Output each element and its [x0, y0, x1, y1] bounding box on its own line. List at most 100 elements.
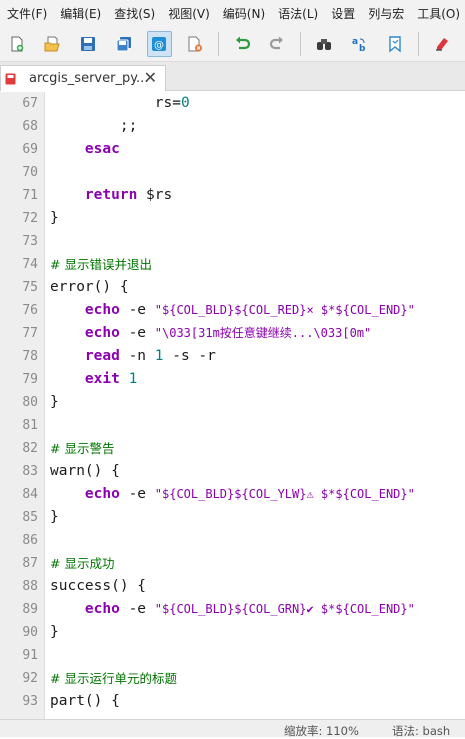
- code-token: # 显示运行单元的标题: [50, 671, 177, 686]
- code-line[interactable]: 82 # 显示警告: [0, 437, 465, 460]
- code-text: rs=0: [50, 92, 190, 115]
- close-icon[interactable]: ✕: [144, 68, 157, 87]
- find-button[interactable]: [311, 31, 336, 57]
- menu-item[interactable]: 查找(S): [107, 5, 161, 22]
- code-token: # 显示警告: [50, 441, 115, 456]
- save-all-button[interactable]: [111, 31, 136, 57]
- code-line[interactable]: 91: [0, 644, 465, 667]
- line-number: 92: [22, 671, 38, 686]
- code-line[interactable]: 93 part() {: [0, 690, 465, 713]
- save-all-icon: [116, 36, 131, 51]
- menu-item[interactable]: 编辑(E): [53, 5, 107, 22]
- code-line[interactable]: 75 error() {: [0, 276, 465, 299]
- menu-item[interactable]: 工具(O): [410, 5, 465, 22]
- code-line[interactable]: 78 read -n 1 -s -r: [0, 345, 465, 368]
- open-file-button[interactable]: [40, 31, 65, 57]
- redo-button[interactable]: [265, 31, 290, 57]
- close-file-button[interactable]: [182, 31, 207, 57]
- code-line[interactable]: 86: [0, 529, 465, 552]
- code-text: success() {: [50, 575, 146, 598]
- code-line[interactable]: 87 # 显示成功: [0, 552, 465, 575]
- bookmark-button[interactable]: [383, 31, 408, 57]
- line-number: 81: [22, 418, 38, 433]
- close-file-icon: [188, 36, 202, 51]
- new-file-button[interactable]: [4, 31, 29, 57]
- code-line[interactable]: 79 exit 1: [0, 368, 465, 391]
- unsaved-file-icon: [5, 73, 16, 84]
- code-line[interactable]: 77 echo -e "\033[31m按任意键继续...\033[0m": [0, 322, 465, 345]
- line-number: 79: [22, 372, 38, 387]
- at-sign-button[interactable]: @: [146, 30, 172, 57]
- file-tab[interactable]: arcgis_server_py... ✕: [0, 65, 166, 91]
- code-line[interactable]: 72}: [0, 207, 465, 230]
- code-token: esac: [84, 141, 120, 157]
- code-token: success() {: [50, 578, 147, 594]
- menu-item[interactable]: 文件(F): [0, 5, 53, 22]
- code-line[interactable]: 69 esac: [0, 138, 465, 161]
- line-number: 84: [22, 487, 38, 502]
- line-number: 76: [22, 303, 38, 318]
- code-line[interactable]: 71 return $rs: [0, 184, 465, 207]
- code-text: # 显示错误并退出: [50, 253, 152, 277]
- line-number: 68: [22, 119, 38, 134]
- code-token: "${COL_BLD}${COL_RED}× $*${COL_END}": [154, 303, 415, 317]
- code-line[interactable]: 80}: [0, 391, 465, 414]
- code-token: -s -r: [163, 348, 216, 364]
- code-line[interactable]: 85}: [0, 506, 465, 529]
- code-line[interactable]: 81: [0, 414, 465, 437]
- code-token: -e: [119, 325, 155, 341]
- menu-item[interactable]: 语法(L): [271, 5, 324, 22]
- code-text: exit 1: [50, 368, 137, 391]
- code-token: part() {: [50, 693, 120, 709]
- find-replace-button[interactable]: ab: [347, 31, 372, 57]
- code-line[interactable]: 74 # 显示错误并退出: [0, 253, 465, 276]
- toolbar-separator: [218, 31, 220, 56]
- undo-button[interactable]: [229, 31, 254, 57]
- code-token: }: [50, 509, 59, 525]
- code-line[interactable]: 90}: [0, 621, 465, 644]
- code-token: return: [84, 187, 138, 203]
- menu-item[interactable]: 设置: [324, 5, 361, 22]
- code-token: -e: [119, 601, 155, 617]
- toolbar: @ ab: [0, 26, 465, 62]
- redo-icon: [270, 36, 284, 49]
- code-text: part() {: [50, 690, 120, 713]
- code-line[interactable]: 92 # 显示运行单元的标题: [0, 667, 465, 690]
- code-line[interactable]: 84 echo -e "${COL_BLD}${COL_YLW}⚠ $*${CO…: [0, 483, 465, 506]
- code-text: # 显示成功: [50, 552, 114, 576]
- code-text: echo -e "${COL_BLD}${COL_YLW}⚠ $*${COL_E…: [50, 483, 415, 506]
- code-token: ;;: [50, 118, 138, 134]
- highlighter-icon: [435, 37, 448, 51]
- code-line[interactable]: 67 rs=0: [0, 92, 465, 115]
- code-line[interactable]: 73: [0, 230, 465, 253]
- menu-item[interactable]: 列与宏: [361, 5, 410, 22]
- highlighter-button[interactable]: [429, 31, 454, 57]
- menu-item[interactable]: 视图(V): [161, 5, 216, 22]
- code-token: -n: [119, 348, 155, 364]
- at-sign-icon: @: [152, 36, 167, 51]
- code-token: "\033[31m按任意键继续...\033[0m": [154, 326, 372, 340]
- menu-item[interactable]: 编码(N): [216, 5, 271, 22]
- code-line[interactable]: 89 echo -e "${COL_BLD}${COL_GRN}✔ $*${CO…: [0, 598, 465, 621]
- code-line[interactable]: 83 warn() {: [0, 460, 465, 483]
- code-editor[interactable]: 67 rs=0 68 ;; 69 esac 70 71 return $rs 72} 73 7…: [0, 92, 465, 719]
- code-line[interactable]: 70: [0, 161, 465, 184]
- code-line[interactable]: 76 echo -e "${COL_BLD}${COL_RED}× $*${CO…: [0, 299, 465, 322]
- line-number: 89: [22, 602, 38, 617]
- line-number: 90: [22, 625, 38, 640]
- code-token: 1: [154, 348, 164, 364]
- code-token: }: [50, 624, 59, 640]
- code-line[interactable]: 68 ;;: [0, 115, 465, 138]
- save-button[interactable]: [75, 31, 100, 57]
- code-text: }: [50, 207, 59, 230]
- find-replace-icon: ab: [352, 37, 366, 53]
- line-number: 93: [22, 694, 38, 709]
- svg-text:b: b: [359, 44, 366, 53]
- undo-icon: [235, 36, 250, 49]
- code-text: echo -e "\033[31m按任意键继续...\033[0m": [50, 322, 371, 345]
- code-line[interactable]: 88 success() {: [0, 575, 465, 598]
